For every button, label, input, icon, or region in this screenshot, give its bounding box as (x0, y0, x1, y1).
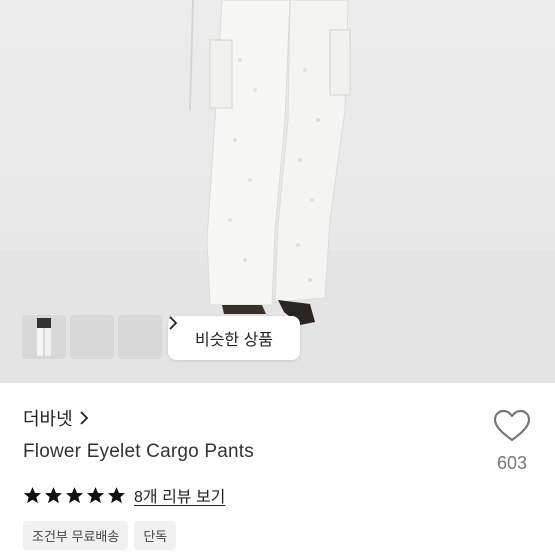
rating-row: 8개 리뷰 보기 (23, 483, 225, 507)
product-info: 더바넷 Flower Eyelet Cargo Pants 603 8개 리뷰 … (0, 383, 555, 555)
thumbnail-2[interactable] (23, 316, 113, 358)
star-icon (44, 486, 63, 503)
product-title: Flower Eyelet Cargo Pants (23, 441, 254, 462)
chevron-right-icon (169, 316, 178, 330)
badge-exclusive: 단독 (134, 521, 177, 550)
star-icon (65, 486, 84, 503)
star-icon (86, 486, 105, 503)
heart-outline-icon[interactable] (493, 409, 531, 443)
star-icon (23, 486, 42, 503)
brand-name: 더바넷 (23, 409, 73, 429)
chevron-right-icon (80, 411, 88, 425)
similar-products-label: 비슷한 상품 (194, 332, 274, 349)
product-image[interactable]: 비슷한 상품 (0, 0, 555, 383)
review-link[interactable]: 8개 리뷰 보기 (134, 483, 225, 507)
badges: 조건부 무료배송 단독 (23, 521, 177, 550)
rating-stars (23, 486, 126, 505)
brand-link[interactable]: 더바넷 (23, 405, 89, 431)
similar-products-button[interactable]: 비슷한 상품 (168, 316, 300, 360)
thumbnail-3[interactable] (23, 316, 161, 358)
like-count: 603 (496, 453, 528, 473)
star-icon (107, 486, 126, 503)
badge-conditional-free-shipping: 조건부 무료배송 (23, 521, 129, 550)
